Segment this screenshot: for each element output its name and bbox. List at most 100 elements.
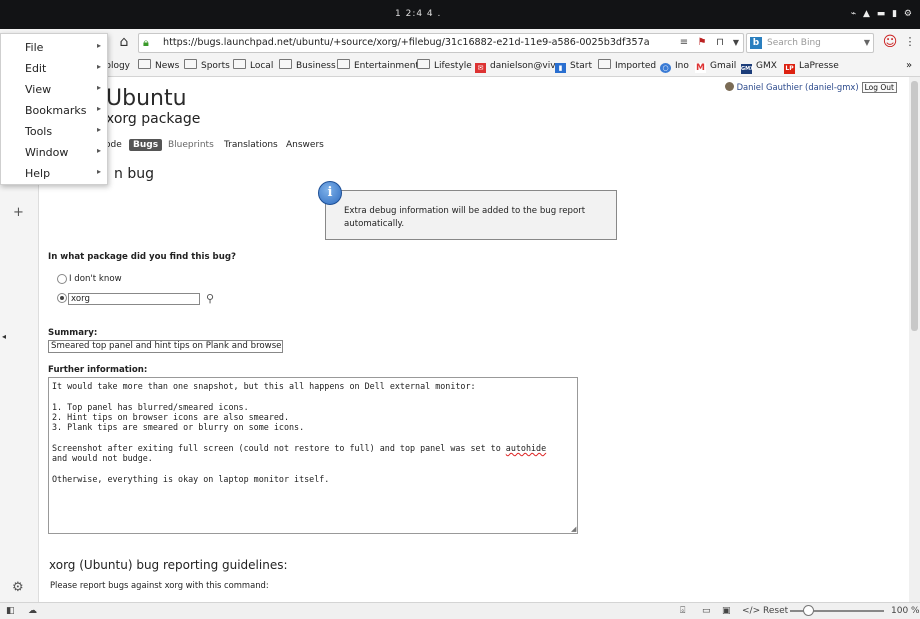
home-icon[interactable]: ⌂ bbox=[114, 33, 134, 51]
description-line: 2. Hint tips on browser icons are also s… bbox=[52, 411, 289, 422]
kebab-menu-icon[interactable]: ⋮ bbox=[900, 33, 920, 51]
bookmark-item[interactable]: LP LaPresse bbox=[784, 56, 839, 76]
bookmark-item[interactable]: Sports bbox=[184, 56, 230, 76]
bookmark-item[interactable]: Lifestyle bbox=[417, 56, 472, 76]
info-icon: i bbox=[318, 181, 342, 205]
cloud-sync-icon[interactable]: ☁ bbox=[28, 604, 37, 618]
summary-input[interactable]: Smeared top panel and hint tips on Plank… bbox=[48, 340, 283, 353]
package-title[interactable]: xorg package bbox=[106, 111, 200, 127]
system-clock[interactable]: 1 2:4 4 . bbox=[395, 9, 441, 19]
bookmark-item[interactable]: GMX GMX bbox=[741, 56, 777, 76]
search-icon[interactable]: ⚲ bbox=[206, 292, 214, 305]
chevron-down-icon[interactable]: ▼ bbox=[864, 34, 870, 52]
bookmark-label: Start bbox=[570, 61, 592, 71]
chevron-down-icon[interactable]: ▼ bbox=[729, 36, 743, 50]
menu-item-file[interactable]: File ▸ bbox=[1, 37, 107, 58]
gmail-icon: M bbox=[695, 63, 706, 73]
package-input[interactable]: xorg bbox=[68, 293, 200, 305]
resize-handle-icon[interactable]: ◢ bbox=[571, 525, 576, 533]
menu-item-help[interactable]: Help ▸ bbox=[1, 163, 107, 184]
description-line: 3. Plank tips are smeared or blurry on s… bbox=[52, 422, 305, 433]
menu-item-label: Edit bbox=[25, 62, 47, 75]
bookmark-label: News bbox=[155, 61, 180, 71]
tab-translations[interactable]: Translations bbox=[224, 140, 278, 150]
folder-icon bbox=[184, 59, 197, 69]
bookmark-item[interactable]: Local bbox=[233, 56, 273, 76]
bookmark-label: Technology bbox=[108, 61, 130, 71]
menu-item-label: Help bbox=[25, 167, 51, 180]
radio-dont-know-label[interactable]: I don't know bbox=[69, 274, 122, 284]
bookmark-item[interactable]: Business bbox=[279, 56, 336, 76]
misspelled-word: autohide bbox=[505, 442, 547, 453]
bookmark-label: Ino bbox=[675, 61, 689, 71]
site-title[interactable]: Ubuntu bbox=[106, 86, 187, 111]
bookmark-icon[interactable]: ⊓ bbox=[713, 36, 727, 50]
page-scrollbar[interactable] bbox=[909, 77, 920, 602]
reader-view-icon[interactable]: ≡ bbox=[677, 36, 691, 50]
tiling-icon[interactable]: ▭ bbox=[702, 604, 711, 618]
navigation-bar: ⌂ 🔒︎ https://bugs.launchpad.net/ubuntu/+… bbox=[0, 29, 920, 57]
chevron-right-icon: ▸ bbox=[96, 167, 101, 176]
tab-bugs[interactable]: Bugs bbox=[129, 139, 163, 151]
bookmark-item[interactable]: Entertainment bbox=[337, 56, 419, 76]
menu-item-view[interactable]: View ▸ bbox=[1, 79, 107, 100]
panel-toggle-icon[interactable]: ◧ bbox=[6, 604, 15, 618]
scrollbar-thumb[interactable] bbox=[911, 81, 918, 331]
chevron-right-icon: ▸ bbox=[96, 104, 101, 113]
main-menu-dropdown: File ▸ Edit ▸ View ▸ Bookmarks ▸ Tools ▸ Wind… bbox=[0, 33, 108, 185]
menu-item-label: Bookmarks bbox=[25, 104, 87, 117]
summary-label: Summary: bbox=[48, 328, 98, 338]
search-field[interactable]: b Search Bing ▼ bbox=[746, 33, 874, 53]
bookmarks-bar: Technology News Sports Local Business En… bbox=[0, 56, 920, 77]
folder-icon bbox=[279, 59, 292, 69]
bookmark-item[interactable]: ○ Ino bbox=[660, 56, 689, 76]
tab-blueprints[interactable]: Blueprints bbox=[168, 140, 214, 150]
bing-icon: b bbox=[750, 37, 762, 49]
page-heading: n bug bbox=[114, 166, 154, 182]
chevron-right-icon: ▸ bbox=[96, 125, 101, 134]
more-bookmarks-icon[interactable]: » bbox=[906, 56, 912, 76]
reset-zoom-button[interactable]: Reset bbox=[763, 604, 788, 618]
address-input[interactable]: https://bugs.launchpad.net/ubuntu/+sourc… bbox=[163, 34, 650, 52]
add-panel-icon[interactable]: + bbox=[13, 205, 24, 220]
bookmark-label: GMX bbox=[756, 61, 777, 71]
user-link[interactable]: Daniel Gauthier (daniel-gmx) bbox=[737, 82, 859, 92]
flag-uk-icon[interactable]: ⚑ bbox=[695, 36, 709, 50]
guidelines-title: xorg (Ubuntu) bug reporting guidelines: bbox=[49, 558, 288, 572]
lapresse-icon: LP bbox=[784, 64, 795, 74]
menu-item-label: View bbox=[25, 83, 52, 96]
bookmark-item[interactable]: M Gmail bbox=[695, 56, 736, 76]
avatar bbox=[724, 82, 734, 91]
page-actions-icon[interactable]: </> bbox=[742, 604, 760, 618]
lock-icon: 🔒︎ bbox=[143, 36, 149, 49]
bookmark-item[interactable]: Imported bbox=[598, 56, 656, 76]
menu-item-window[interactable]: Window ▸ bbox=[1, 142, 107, 163]
system-tray-icons[interactable]: ⌁ ▲ ▬ ▮ ⚙ bbox=[851, 9, 914, 19]
bookmark-label: Entertainment bbox=[354, 61, 419, 71]
profile-icon[interactable]: ☺ bbox=[880, 33, 900, 51]
bookmark-label: Local bbox=[250, 61, 274, 71]
image-icon[interactable]: ▣ bbox=[722, 604, 731, 618]
bookmark-item[interactable]: ▮ Start bbox=[555, 56, 592, 76]
address-bar[interactable]: 🔒︎ https://bugs.launchpad.net/ubuntu/+so… bbox=[138, 33, 744, 53]
menu-item-bookmarks[interactable]: Bookmarks ▸ bbox=[1, 100, 107, 121]
bookmark-item[interactable]: ✉ danielson@viv bbox=[475, 56, 556, 76]
logout-button[interactable]: Log Out bbox=[861, 82, 897, 93]
menu-item-tools[interactable]: Tools ▸ bbox=[1, 121, 107, 142]
description-line: 1. Top panel has blurred/smeared icons. bbox=[52, 401, 249, 412]
bookmark-item[interactable]: Technology bbox=[108, 56, 130, 76]
gear-icon[interactable]: ⚙ bbox=[12, 580, 24, 595]
further-info-textarea[interactable]: It would take more than one snapshot, bu… bbox=[48, 377, 578, 534]
bookmark-label: danielson@viv bbox=[490, 61, 556, 71]
radio-dont-know[interactable] bbox=[57, 274, 67, 284]
menu-item-edit[interactable]: Edit ▸ bbox=[1, 58, 107, 79]
bookmark-item[interactable]: News bbox=[138, 56, 179, 76]
radio-package[interactable] bbox=[57, 293, 67, 303]
zoom-level: 100 % bbox=[891, 606, 920, 616]
zoom-slider-handle[interactable] bbox=[803, 605, 814, 616]
collapse-arrow-icon[interactable]: ◂ bbox=[2, 332, 6, 341]
bookmark-label: Lifestyle bbox=[434, 61, 472, 71]
ino-icon: ○ bbox=[660, 63, 671, 73]
camera-icon[interactable]: ⌻ bbox=[680, 604, 685, 618]
tab-answers[interactable]: Answers bbox=[286, 140, 324, 150]
